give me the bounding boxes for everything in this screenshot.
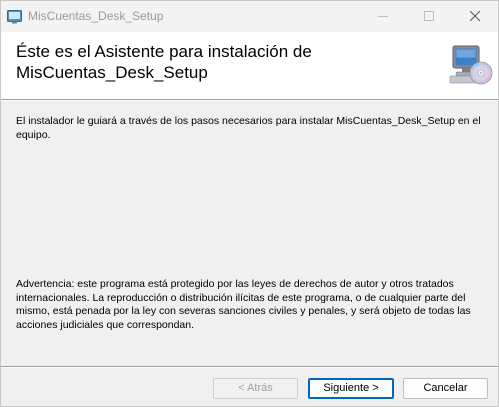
intro-text: El instalador le guiará a través de los … [16,115,481,141]
maximize-button[interactable] [406,1,452,32]
minimize-icon [378,16,388,17]
close-button[interactable] [452,1,498,32]
title-bar[interactable]: MisCuentas_Desk_Setup [1,1,498,32]
copyright-warning-text: Advertencia: este programa está protegid… [16,278,471,331]
footer-divider-highlight [1,367,498,368]
page-title: Éste es el Asistente para instalación de… [16,42,312,82]
minimize-button[interactable] [360,1,406,32]
installer-app-icon [7,10,22,24]
computer-cd-icon [449,45,493,85]
wizard-header: Éste es el Asistente para instalación de… [1,32,498,99]
cancel-button[interactable]: Cancelar [403,378,488,399]
installer-window: MisCuentas_Desk_Setup Éste es el Asisten… [0,0,499,407]
maximize-icon [424,11,434,21]
next-button[interactable]: Siguiente > [308,378,394,399]
back-button[interactable]: < Atrás [213,378,298,399]
close-icon [470,11,480,21]
window-title: MisCuentas_Desk_Setup [28,9,164,23]
header-divider-highlight [1,100,498,101]
